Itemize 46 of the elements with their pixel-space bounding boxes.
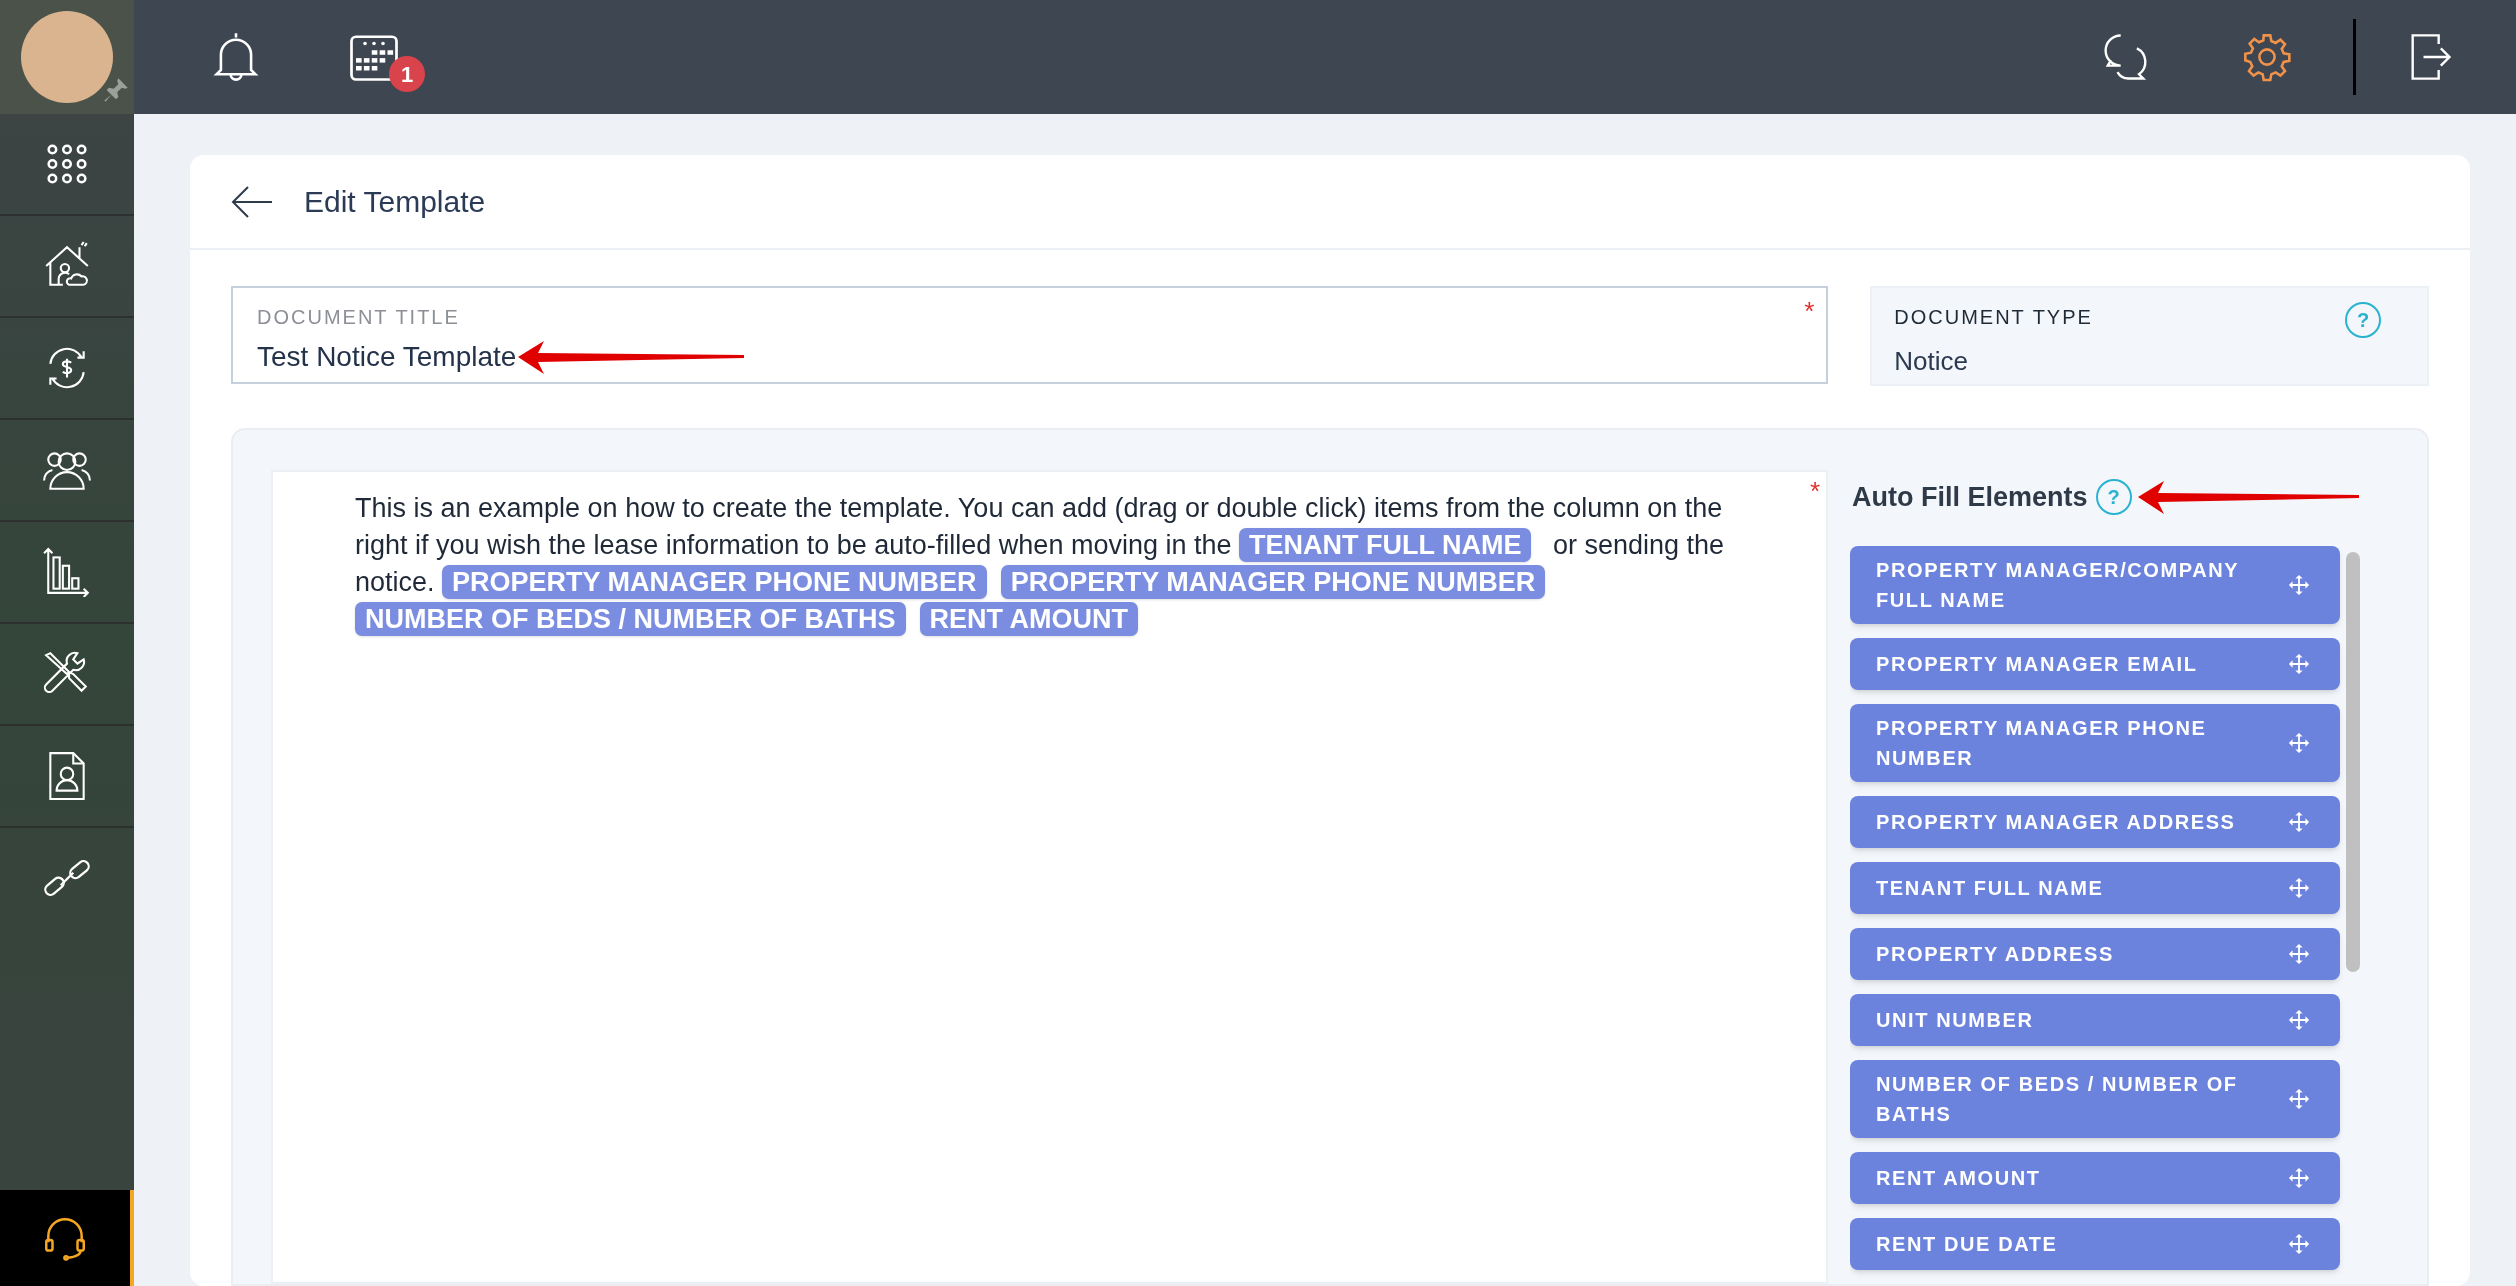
auto-fill-tag[interactable]: TENANT FULL NAME [1239, 528, 1532, 562]
auto-fill-tag[interactable]: NUMBER OF BEDS / NUMBER OF BATHS [355, 602, 906, 636]
field-label: DOCUMENT TITLE [257, 305, 461, 330]
auto-fill-element[interactable]: PROPERTY MANAGER ADDRESS [1850, 796, 2340, 848]
required-mark: * [1804, 295, 1815, 328]
move-icon [2288, 943, 2310, 965]
settings-icon[interactable] [2241, 31, 2293, 83]
move-icon [2288, 1233, 2310, 1255]
auto-fill-tag[interactable]: PROPERTY MANAGER PHONE NUMBER [442, 565, 987, 599]
move-icon [2288, 653, 2310, 675]
notification-badge: 1 [389, 56, 425, 92]
field-value: Test Notice Template [257, 340, 517, 374]
auto-fill-element[interactable]: PROPERTY ADDRESS [1850, 928, 2340, 980]
move-icon [2288, 1167, 2310, 1189]
move-icon [2288, 732, 2310, 754]
document-title-field[interactable]: DOCUMENT TITLE Test Notice Template * [231, 286, 1829, 384]
auto-fill-element[interactable]: RENT AMOUNT [1850, 1152, 2340, 1204]
bar-chart-icon[interactable] [42, 547, 92, 597]
auto-fill-tag[interactable]: PROPERTY MANAGER PHONE NUMBER [1000, 565, 1546, 599]
auto-fill-element[interactable]: NUMBER OF BEDS / NUMBER OF BATHS [1850, 1060, 2340, 1138]
move-icon [2288, 877, 2310, 899]
help-icon[interactable]: ? [2345, 302, 2381, 338]
logout-icon[interactable] [2408, 31, 2452, 83]
move-icon [2288, 811, 2310, 833]
auto-fill-element[interactable]: UNIT NUMBER [1850, 994, 2340, 1046]
auto-fill-element[interactable]: PROPERTY MANAGER/COMPANY FULL NAME [1850, 546, 2340, 624]
editor-area[interactable] [271, 470, 1828, 1284]
help-icon[interactable]: ? [2095, 479, 2132, 515]
move-icon [2288, 1088, 2310, 1110]
field-value: Notice [1894, 345, 1969, 378]
back-arrow-icon[interactable] [230, 183, 274, 220]
template-text: This is an example on how to create the template. You can add (drag or double click) items from the column on the right if you wish the lease information to be auto-filled when moving in the TENANT FULL NAME or sending the notice. PROPERTY MANAGER PHONE NUMBER PROPERTY MANAGER PHONE NUMBER NUMBER OF BEDS / NUMBER OF BATHS RENT AMOUNT [355, 492, 1726, 638]
pin-icon[interactable] [102, 76, 130, 104]
field-label: DOCUMENT TYPE [1894, 305, 2094, 330]
auto-fill-element[interactable]: PROPERTY MANAGER EMAIL [1850, 638, 2340, 690]
move-icon [2288, 1009, 2310, 1031]
scrollbar[interactable] [2346, 552, 2360, 972]
move-icon [2288, 574, 2310, 596]
page-title: Edit Template [304, 184, 486, 220]
section-title: Auto Fill Elements [1852, 480, 2088, 514]
auto-fill-element[interactable]: TENANT FULL NAME [1850, 862, 2340, 914]
auto-fill-element[interactable]: RENT DUE DATE [1850, 1218, 2340, 1270]
auto-fill-element[interactable]: PROPERTY MANAGER PHONE NUMBER [1850, 704, 2340, 782]
support-button[interactable] [0, 1190, 134, 1286]
required-mark: * [1809, 475, 1820, 508]
auto-fill-tag[interactable]: RENT AMOUNT [919, 602, 1138, 636]
